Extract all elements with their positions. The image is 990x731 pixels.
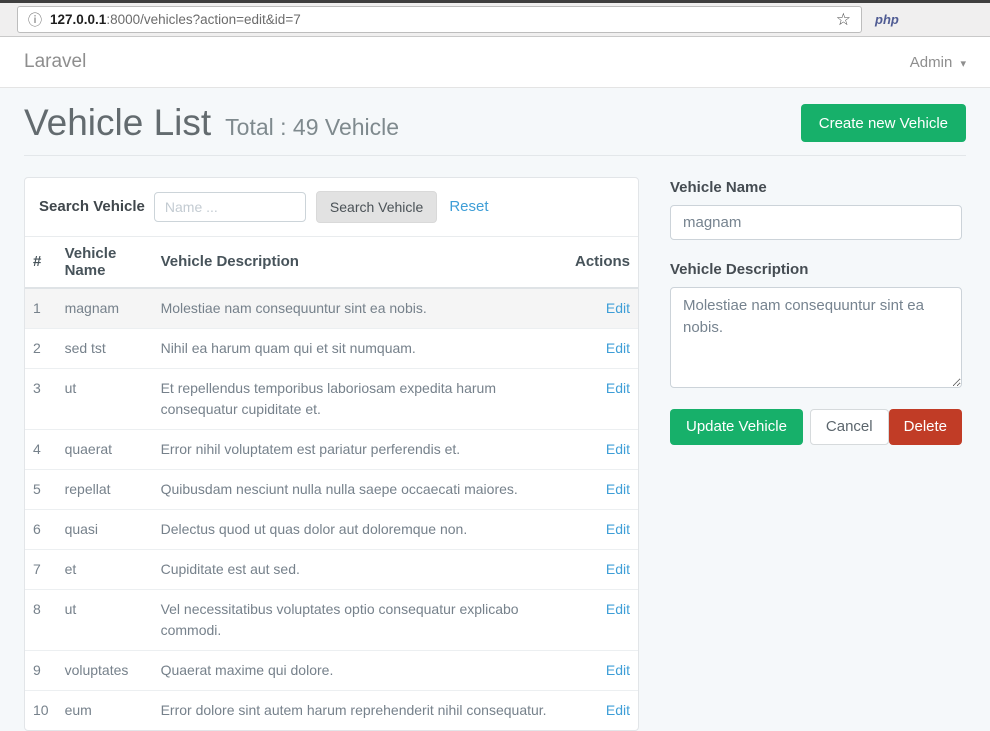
row-number: 2 bbox=[25, 328, 57, 368]
vehicle-table: # Vehicle Name Vehicle Description Actio… bbox=[25, 236, 638, 730]
update-vehicle-button[interactable]: Update Vehicle bbox=[670, 409, 803, 445]
row-number: 10 bbox=[25, 690, 57, 730]
row-number: 5 bbox=[25, 469, 57, 509]
address-bar[interactable]: ⓘ 127.0.0.1 :8000/vehicles?action=edit&i… bbox=[17, 6, 862, 33]
row-vehicle-name: ut bbox=[57, 589, 153, 650]
header-vehicle-description: Vehicle Description bbox=[153, 236, 562, 288]
vehicle-description-textarea[interactable]: Molestiae nam consequuntur sint ea nobis… bbox=[670, 287, 962, 388]
row-vehicle-name: magnam bbox=[57, 288, 153, 329]
vehicle-list-card: Search Vehicle Search Vehicle Reset # Ve… bbox=[24, 177, 639, 731]
row-number: 6 bbox=[25, 509, 57, 549]
row-number: 8 bbox=[25, 589, 57, 650]
row-vehicle-description: Delectus quod ut quas dolor aut doloremq… bbox=[153, 509, 562, 549]
row-vehicle-description: Error nihil voluptatem est pariatur perf… bbox=[153, 429, 562, 469]
row-vehicle-description: Et repellendus temporibus laboriosam exp… bbox=[153, 368, 562, 429]
row-vehicle-description: Vel necessitatibus voluptates optio cons… bbox=[153, 589, 562, 650]
row-vehicle-name: quasi bbox=[57, 509, 153, 549]
header-vehicle-name: Vehicle Name bbox=[57, 236, 153, 288]
edit-link[interactable]: Edit bbox=[606, 521, 630, 537]
table-row: 10 eum Error dolore sint autem harum rep… bbox=[25, 690, 638, 730]
search-button[interactable]: Search Vehicle bbox=[316, 191, 437, 223]
bookmark-star-icon[interactable]: ☆ bbox=[836, 10, 851, 30]
table-row: 4 quaerat Error nihil voluptatem est par… bbox=[25, 429, 638, 469]
row-number: 9 bbox=[25, 650, 57, 690]
search-form: Search Vehicle Search Vehicle Reset bbox=[25, 178, 638, 236]
header-divider bbox=[24, 155, 966, 156]
table-row: 1 magnam Molestiae nam consequuntur sint… bbox=[25, 288, 638, 329]
app-navbar: Laravel Admin ▾ bbox=[0, 37, 990, 88]
search-input[interactable] bbox=[154, 192, 306, 222]
php-extension-badge[interactable]: php bbox=[875, 12, 899, 27]
brand-link[interactable]: Laravel bbox=[24, 51, 86, 73]
edit-vehicle-form: Vehicle Name Vehicle Description Molesti… bbox=[670, 177, 962, 445]
delete-button[interactable]: Delete bbox=[889, 409, 962, 445]
table-row: 9 voluptates Quaerat maxime qui dolore. … bbox=[25, 650, 638, 690]
row-vehicle-description: Molestiae nam consequuntur sint ea nobis… bbox=[153, 288, 562, 329]
row-vehicle-description: Quaerat maxime qui dolore. bbox=[153, 650, 562, 690]
row-vehicle-name: eum bbox=[57, 690, 153, 730]
total-count-label: Total : 49 Vehicle bbox=[225, 114, 399, 141]
row-number: 1 bbox=[25, 288, 57, 329]
table-row: 5 repellat Quibusdam nesciunt nulla null… bbox=[25, 469, 638, 509]
vehicle-name-input[interactable] bbox=[670, 205, 962, 240]
create-vehicle-button[interactable]: Create new Vehicle bbox=[801, 104, 966, 142]
table-row: 7 et Cupiditate est aut sed. Edit bbox=[25, 549, 638, 589]
url-path: :8000/vehicles?action=edit&id=7 bbox=[106, 12, 300, 27]
edit-link[interactable]: Edit bbox=[606, 481, 630, 497]
table-header-row: # Vehicle Name Vehicle Description Actio… bbox=[25, 236, 638, 288]
row-vehicle-description: Cupiditate est aut sed. bbox=[153, 549, 562, 589]
edit-link[interactable]: Edit bbox=[606, 601, 630, 617]
cancel-button[interactable]: Cancel bbox=[810, 409, 889, 445]
browser-chrome: ⓘ 127.0.0.1 :8000/vehicles?action=edit&i… bbox=[0, 0, 990, 37]
edit-link[interactable]: Edit bbox=[606, 441, 630, 457]
row-number: 4 bbox=[25, 429, 57, 469]
admin-dropdown-label: Admin bbox=[910, 54, 953, 71]
edit-link[interactable]: Edit bbox=[606, 662, 630, 678]
row-vehicle-description: Nihil ea harum quam qui et sit numquam. bbox=[153, 328, 562, 368]
row-vehicle-description: Quibusdam nesciunt nulla nulla saepe occ… bbox=[153, 469, 562, 509]
edit-link[interactable]: Edit bbox=[606, 340, 630, 356]
page-title: Vehicle List bbox=[24, 102, 211, 145]
row-vehicle-name: voluptates bbox=[57, 650, 153, 690]
header-actions: Actions bbox=[562, 236, 638, 288]
row-vehicle-name: et bbox=[57, 549, 153, 589]
row-vehicle-description: Error dolore sint autem harum reprehende… bbox=[153, 690, 562, 730]
search-label: Search Vehicle bbox=[39, 198, 145, 215]
edit-link[interactable]: Edit bbox=[606, 561, 630, 577]
vehicle-description-label: Vehicle Description bbox=[670, 261, 962, 278]
row-vehicle-name: quaerat bbox=[57, 429, 153, 469]
reset-link[interactable]: Reset bbox=[449, 198, 488, 215]
page-info-icon[interactable]: ⓘ bbox=[28, 10, 42, 30]
page-header: Vehicle List Total : 49 Vehicle Create n… bbox=[24, 102, 966, 145]
row-vehicle-name: repellat bbox=[57, 469, 153, 509]
row-number: 3 bbox=[25, 368, 57, 429]
edit-link[interactable]: Edit bbox=[606, 300, 630, 316]
row-number: 7 bbox=[25, 549, 57, 589]
row-vehicle-name: ut bbox=[57, 368, 153, 429]
row-vehicle-name: sed tst bbox=[57, 328, 153, 368]
table-row: 8 ut Vel necessitatibus voluptates optio… bbox=[25, 589, 638, 650]
edit-link[interactable]: Edit bbox=[606, 702, 630, 718]
url-host: 127.0.0.1 bbox=[50, 12, 106, 27]
table-row: 2 sed tst Nihil ea harum quam qui et sit… bbox=[25, 328, 638, 368]
table-row: 6 quasi Delectus quod ut quas dolor aut … bbox=[25, 509, 638, 549]
form-buttons: Update Vehicle Cancel Delete bbox=[670, 409, 962, 445]
header-num: # bbox=[25, 236, 57, 288]
page-content: Vehicle List Total : 49 Vehicle Create n… bbox=[0, 88, 990, 731]
vehicle-name-label: Vehicle Name bbox=[670, 179, 962, 196]
chevron-down-icon: ▾ bbox=[960, 58, 966, 70]
edit-link[interactable]: Edit bbox=[606, 380, 630, 396]
admin-dropdown[interactable]: Admin ▾ bbox=[910, 54, 966, 71]
table-row: 3 ut Et repellendus temporibus laboriosa… bbox=[25, 368, 638, 429]
